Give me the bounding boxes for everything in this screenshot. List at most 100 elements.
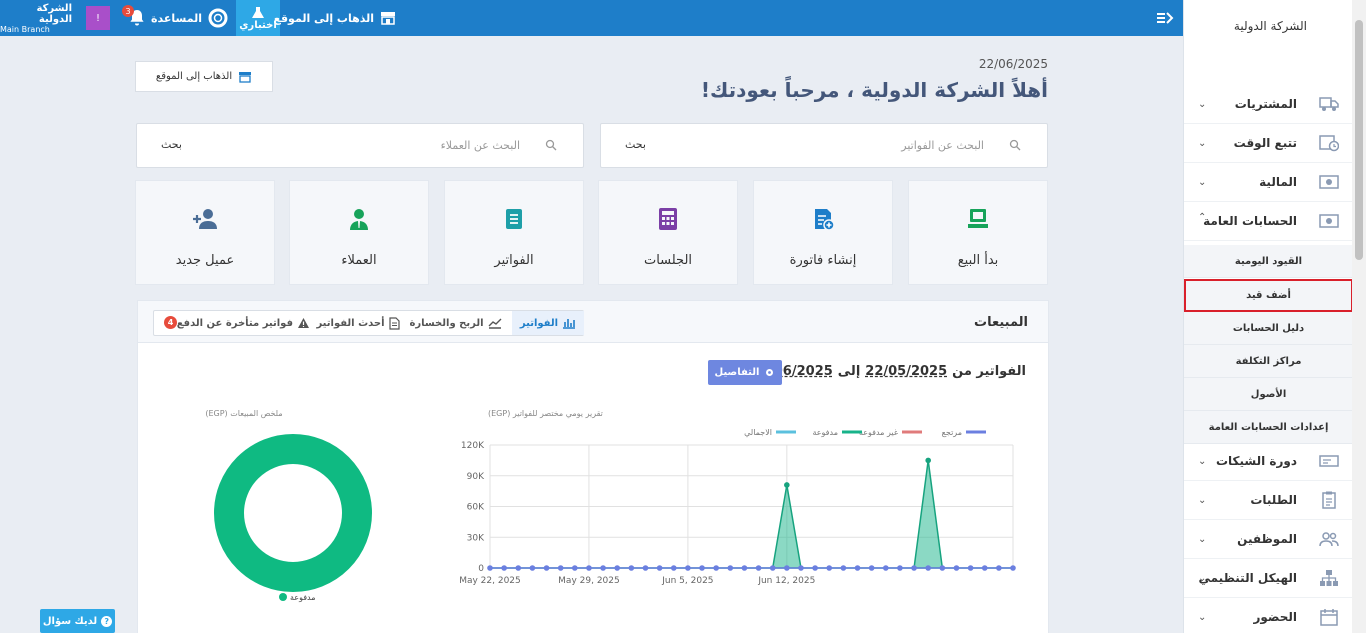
range-from[interactable]: 22/05/2025 — [865, 364, 947, 379]
data-point[interactable] — [967, 565, 974, 571]
data-point[interactable] — [670, 565, 677, 571]
data-point[interactable] — [656, 565, 663, 571]
data-point[interactable] — [953, 565, 960, 571]
data-point[interactable] — [685, 565, 691, 571]
legend-label[interactable]: مرتجع — [942, 428, 962, 437]
users-icon — [1319, 532, 1339, 547]
sidebar-subitem-add-entry[interactable]: أضف قيد — [1184, 279, 1352, 312]
details-button[interactable]: التفاصيل — [708, 360, 782, 385]
sidebar-item-requests[interactable]: الطلبات ⌄ — [1184, 481, 1352, 520]
legend-label[interactable]: مدفوعة — [812, 428, 838, 437]
legend-swatch[interactable] — [279, 593, 287, 601]
chevron-down-icon: ⌄ — [1198, 456, 1207, 467]
data-point[interactable] — [925, 565, 931, 571]
help-link[interactable]: المساعدة — [151, 0, 228, 36]
y-tick-label: 30K — [467, 533, 485, 543]
legend-label[interactable]: الاجمالي — [744, 428, 772, 437]
data-point[interactable] — [925, 457, 931, 464]
sidebar-subitem-assets[interactable]: الأصول — [1184, 378, 1352, 411]
data-point[interactable] — [642, 565, 649, 571]
data-point[interactable] — [713, 565, 719, 571]
company-switcher[interactable]: الشركة الدولية Main Branch — [0, 0, 78, 36]
tab-latest-invoices[interactable]: أحدث الفواتير — [314, 311, 402, 335]
tab-profit-loss[interactable]: الربح والخسارة — [403, 311, 508, 335]
collapse-sidebar-button[interactable] — [1155, 8, 1175, 28]
data-point[interactable] — [501, 565, 507, 571]
sidebar-item-label: المالية — [1259, 175, 1297, 189]
data-point[interactable] — [939, 565, 946, 571]
clients-search-input[interactable]: البحث عن العملاء — [441, 139, 520, 152]
add-invoice-icon — [815, 209, 835, 231]
data-point[interactable] — [897, 565, 903, 571]
data-point[interactable] — [882, 565, 889, 571]
sidebar-subitem-chart-of-accounts[interactable]: دليل الحسابات — [1184, 312, 1352, 345]
data-point[interactable] — [996, 565, 1002, 571]
tile-label: عميل جديد — [175, 253, 235, 268]
notifications-button[interactable]: 3 — [122, 5, 148, 29]
tab-invoices[interactable]: الفواتير — [512, 311, 584, 335]
data-point[interactable] — [515, 565, 522, 571]
data-point[interactable] — [784, 565, 790, 571]
invoices-search-button[interactable]: بحث — [625, 138, 646, 151]
sidebar-item-general-accounts[interactable]: الحسابات العامة ⌃ — [1184, 202, 1352, 241]
sidebar-item-attendance[interactable]: الحضور ⌄ — [1184, 598, 1352, 633]
data-point[interactable] — [826, 565, 833, 571]
data-point[interactable] — [911, 565, 917, 571]
donut-slice-paid[interactable] — [214, 434, 372, 592]
data-point[interactable] — [557, 565, 564, 571]
sidebar-subitem-daily-entries[interactable]: القيود اليومية — [1184, 245, 1352, 278]
data-point[interactable] — [699, 565, 705, 571]
tab-overdue-invoices[interactable]: 4 فواتير متأخرة عن الدفع — [162, 311, 312, 335]
data-point[interactable] — [981, 565, 988, 571]
sidebar-item-org-structure[interactable]: الهيكل التنظيمي ⌄ — [1184, 559, 1352, 598]
sidebar-item-label: الحضور — [1253, 610, 1297, 624]
legend-label[interactable]: مدفوعة — [290, 593, 316, 602]
data-point[interactable] — [614, 565, 621, 571]
sidebar-item-employees[interactable]: الموظفين ⌄ — [1184, 520, 1352, 559]
data-point[interactable] — [854, 565, 861, 571]
tile-create-invoice[interactable]: إنشاء فاتورة — [753, 180, 893, 285]
tile-sessions[interactable]: الجلسات — [598, 180, 738, 285]
invoices-search-input[interactable]: البحث عن الفواتير — [901, 139, 984, 152]
scrollbar[interactable] — [1352, 0, 1366, 633]
data-point[interactable] — [727, 565, 734, 571]
data-point[interactable] — [812, 565, 818, 571]
data-point[interactable] — [798, 565, 804, 571]
data-point[interactable] — [572, 565, 578, 571]
data-point[interactable] — [487, 565, 493, 571]
tile-new-client[interactable]: عميل جديد — [135, 180, 275, 285]
user-avatar[interactable]: ! — [86, 6, 110, 30]
data-point[interactable] — [741, 565, 748, 571]
go-to-site-button[interactable]: الذهاب إلى الموقع — [135, 61, 273, 92]
clients-search-button[interactable]: بحث — [161, 138, 182, 151]
scrollbar-thumb[interactable] — [1355, 20, 1363, 260]
overdue-count-badge: 4 — [164, 316, 177, 329]
sales-title: المبيعات — [974, 315, 1028, 330]
tile-clients[interactable]: العملاء — [289, 180, 429, 285]
data-point[interactable] — [868, 565, 875, 571]
sidebar-subitem-accounts-settings[interactable]: إعدادات الحسابات العامة — [1184, 411, 1352, 444]
tile-invoices[interactable]: الفواتير — [444, 180, 584, 285]
sidebar-item-time-tracking[interactable]: تتبع الوقت ⌄ — [1184, 124, 1352, 163]
data-point[interactable] — [529, 565, 536, 571]
go-to-site-link[interactable]: الذهاب إلى الموقع — [273, 0, 396, 36]
chevron-up-icon: ⌃ — [1198, 212, 1207, 223]
sidebar-item-purchases[interactable]: المشتريات ⌄ — [1184, 85, 1352, 124]
data-point[interactable] — [628, 565, 635, 571]
data-point[interactable] — [840, 565, 847, 571]
sidebar-item-checks-cycle[interactable]: دورة الشيكات ⌄ — [1184, 442, 1352, 481]
sidebar-item-label: دورة الشيكات — [1215, 454, 1297, 468]
sidebar-subitem-cost-centers[interactable]: مراكز التكلفة — [1184, 345, 1352, 378]
help-question-button[interactable]: لديك سؤال ? — [40, 609, 115, 633]
data-point[interactable] — [1010, 565, 1016, 571]
data-point[interactable] — [784, 482, 790, 488]
sidebar-item-finance[interactable]: المالية ⌄ — [1184, 163, 1352, 202]
data-point[interactable] — [543, 565, 550, 571]
data-point[interactable] — [769, 565, 776, 571]
data-point[interactable] — [755, 565, 762, 571]
chevron-down-icon: ⌄ — [1198, 534, 1207, 545]
tile-start-selling[interactable]: بدأ البيع — [908, 180, 1048, 285]
legend-label[interactable]: غير مدفوعة — [859, 428, 898, 437]
data-point[interactable] — [600, 565, 606, 571]
data-point[interactable] — [586, 565, 592, 571]
